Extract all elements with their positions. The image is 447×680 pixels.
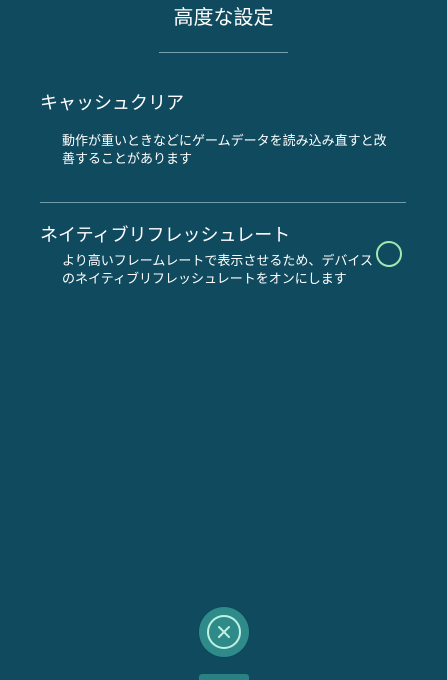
native-refresh-rate-title: ネイティブリフレッシュレート — [40, 225, 291, 246]
title-divider — [159, 52, 288, 53]
close-x-icon — [218, 626, 230, 638]
close-button[interactable] — [199, 607, 249, 657]
cache-clear-title[interactable]: キャッシュクリア — [40, 92, 184, 116]
native-refresh-rate-description: より高いフレームレートで表示させるため、デバイスのネイティブリフレッシュレートを… — [62, 254, 373, 287]
native-refresh-rate-toggle[interactable] — [376, 241, 402, 267]
page-title: 高度な設定 — [173, 5, 274, 29]
close-ring — [207, 615, 241, 649]
bottom-handle — [199, 674, 249, 680]
cache-clear-description: 動作が重いときなどにゲームデータを読み込み直すと改善することがあります — [62, 134, 387, 167]
section-divider — [40, 202, 406, 203]
